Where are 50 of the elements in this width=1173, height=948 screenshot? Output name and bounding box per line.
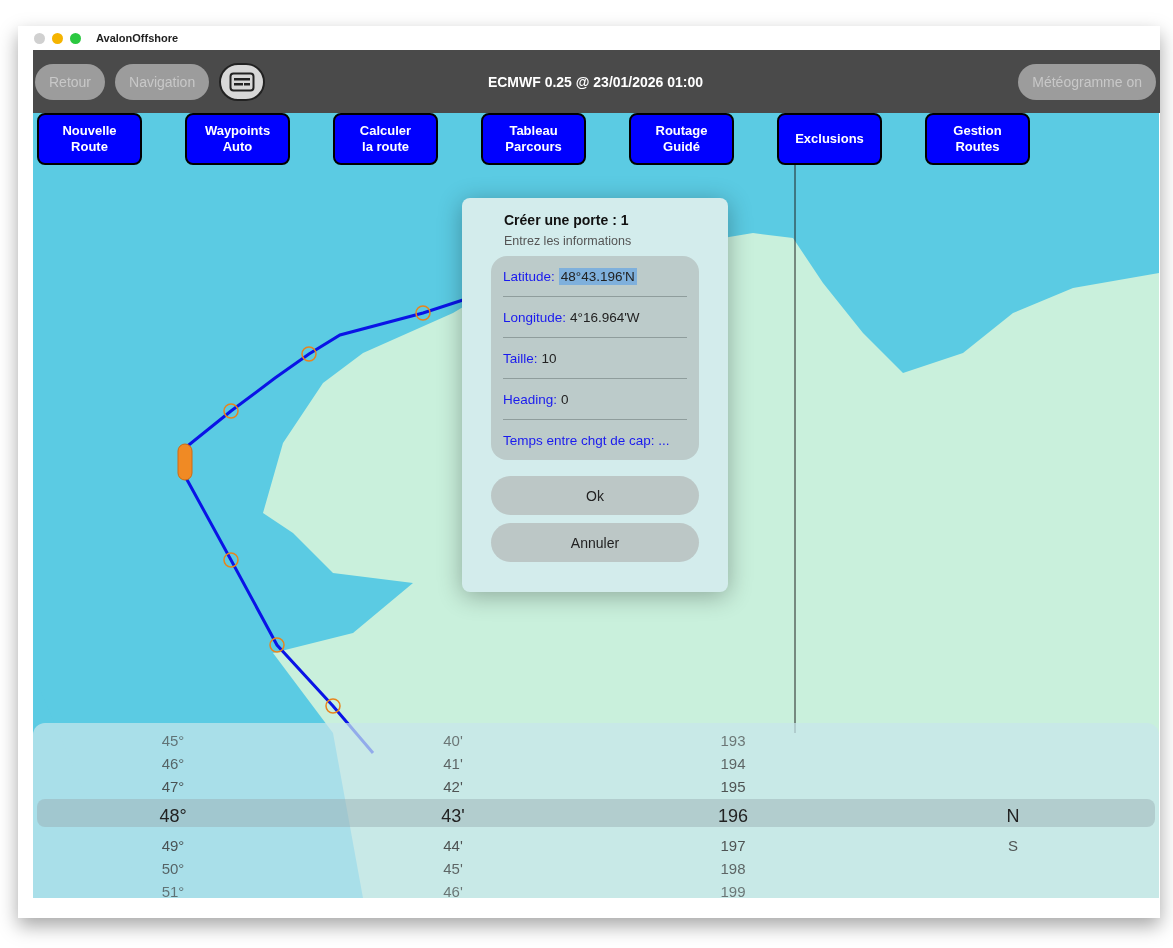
picker-item[interactable]: 51° [161, 883, 185, 898]
forecast-label: ECMWF 0.25 @ 23/01/2026 01:00 [487, 73, 704, 90]
card-icon [229, 71, 256, 92]
minimize-window-dot[interactable] [52, 32, 63, 44]
picker-item[interactable]: 46' [443, 883, 463, 898]
picker-item[interactable]: 45° [161, 732, 185, 749]
dialog-button[interactable]: Ok [491, 476, 699, 515]
zoom-window-dot[interactable] [70, 32, 81, 44]
field-label: Temps entre chgt de cap: ... [503, 432, 670, 448]
picker-item[interactable]: 44' [443, 837, 463, 854]
picker-item[interactable]: 198 [720, 860, 746, 877]
field-label: Latitude: [503, 268, 555, 284]
picker-item[interactable]: 196 [717, 805, 748, 827]
action-button[interactable]: Exclusions [777, 113, 882, 165]
input-field[interactable]: 10 [541, 350, 557, 366]
action-button[interactable]: Waypoints Auto [185, 113, 290, 165]
picker-item[interactable]: 43' [441, 805, 465, 827]
picker-item[interactable]: N [1006, 805, 1020, 827]
action-button[interactable]: Nouvelle Route [37, 113, 142, 165]
picker-item[interactable]: 199 [720, 883, 746, 898]
dialog-button[interactable]: Annuler [491, 523, 699, 562]
picker-item[interactable]: 50° [161, 860, 185, 877]
picker-item[interactable]: 41' [443, 755, 463, 772]
input-field[interactable]: 4°16.964'W [570, 309, 640, 325]
picker-item[interactable]: 197 [720, 837, 746, 854]
input-field[interactable]: 48°43.196'N [558, 267, 637, 285]
field-label: Taille: [503, 350, 538, 366]
action-button[interactable]: Routage Guidé [629, 113, 734, 165]
input-field[interactable]: 0 [561, 391, 569, 407]
panel-toggle-button[interactable] [219, 62, 266, 101]
action-button[interactable]: Tableau Parcours [481, 113, 586, 165]
field-label: Heading: [503, 391, 558, 407]
picker-item[interactable]: 40' [443, 732, 463, 749]
picker-item[interactable]: 194 [720, 755, 746, 772]
dialog-title: Créer une porte : 1 [504, 212, 630, 228]
picker-item[interactable]: 47° [161, 778, 185, 795]
picker-item[interactable]: 46° [161, 755, 185, 772]
window-title: AvalonOffshore [96, 32, 179, 44]
picker-item[interactable]: 195 [720, 778, 746, 795]
dialog-subtitle: Entrez les informations [504, 234, 633, 248]
field-label: Longitude: [503, 309, 567, 325]
picker-item[interactable]: 49° [161, 837, 185, 854]
picker-item[interactable]: S [1008, 837, 1018, 854]
close-window-dot[interactable] [34, 32, 45, 44]
action-button[interactable]: Calculer la route [333, 113, 438, 165]
picker-item[interactable]: 48° [159, 805, 187, 827]
action-button[interactable]: Gestion Routes [925, 113, 1030, 165]
picker-item[interactable]: 193 [720, 732, 746, 749]
picker-item[interactable]: 45' [443, 860, 463, 877]
picker-item[interactable]: 42' [443, 778, 463, 795]
